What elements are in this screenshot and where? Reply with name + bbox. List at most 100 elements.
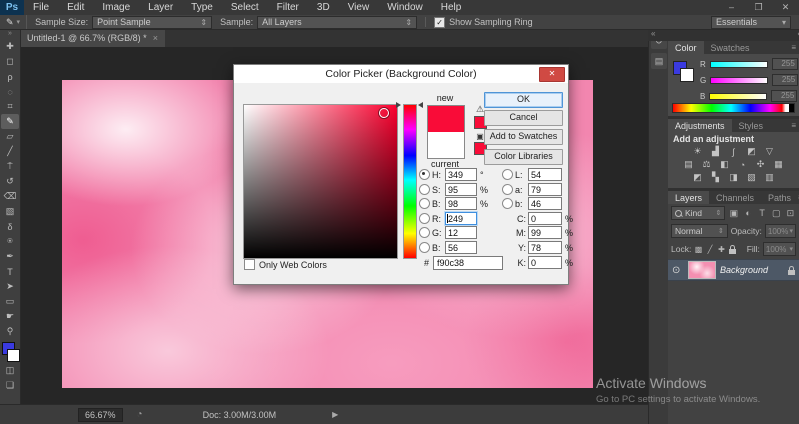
sample-dropdown[interactable]: All Layers ⇕	[257, 15, 418, 29]
lock-position-icon[interactable]: ✚	[717, 245, 725, 254]
gradient-tool[interactable]: ▧	[1, 204, 19, 219]
lock-transparency-icon[interactable]: ▩	[694, 245, 703, 254]
clone-stamp-tool[interactable]: ⍑	[1, 159, 19, 174]
status-flyout-icon[interactable]: ▶	[332, 410, 338, 419]
channel-mixer-icon[interactable]: ✣	[755, 159, 767, 170]
shape-layer-filter-icon[interactable]: ▢	[771, 208, 782, 219]
hue-radio[interactable]	[419, 169, 430, 180]
curves-icon[interactable]: ∫	[728, 147, 740, 157]
color-lookup-icon[interactable]: ▦	[773, 159, 785, 170]
magenta-input[interactable]	[528, 226, 562, 239]
quick-mask-button[interactable]: ◫	[1, 363, 19, 378]
green-slider[interactable]	[710, 76, 769, 84]
selective-color-icon[interactable]: ▥	[764, 172, 776, 183]
document-size-info[interactable]: Doc: 3.00M/3.00M	[203, 410, 277, 420]
menu-layer[interactable]: Layer	[139, 0, 182, 15]
blur-tool[interactable]: δ	[1, 219, 19, 234]
restore-button[interactable]: ❐	[745, 0, 772, 15]
layer-row-background[interactable]: ⊙ Background	[668, 259, 799, 281]
color-libraries-button[interactable]: Color Libraries	[484, 149, 563, 165]
saturation-brightness-field[interactable]	[243, 104, 398, 259]
blend-mode-dropdown[interactable]: Normal ⇕	[671, 224, 728, 238]
blue-input[interactable]	[445, 241, 477, 254]
photo-filter-icon[interactable]: ◔	[737, 160, 749, 170]
background-color-swatch[interactable]	[7, 349, 20, 362]
hue-slider-arrow-left[interactable]	[396, 102, 401, 108]
saturation-radio[interactable]	[419, 184, 430, 195]
tab-channels[interactable]: Channels	[709, 191, 761, 204]
black-input[interactable]	[528, 256, 562, 269]
crop-tool[interactable]: ⌗	[1, 99, 19, 114]
only-web-colors-checkbox[interactable]	[244, 259, 255, 270]
lab-b-input[interactable]	[528, 197, 562, 210]
lab-a-input[interactable]	[528, 183, 562, 196]
type-tool[interactable]: T	[1, 264, 19, 279]
lab-l-input[interactable]	[528, 168, 562, 181]
tool-preset-picker[interactable]: ✎ ▾	[0, 15, 28, 29]
red-radio[interactable]	[419, 213, 430, 224]
show-sampling-ring-checkbox[interactable]: ✓	[434, 16, 446, 28]
brightness-radio[interactable]	[419, 198, 430, 209]
add-to-swatches-button[interactable]: Add to Swatches	[484, 129, 563, 145]
green-value[interactable]: 255	[772, 74, 799, 86]
yellow-input[interactable]	[528, 241, 562, 254]
menu-image[interactable]: Image	[93, 0, 139, 15]
hue-input[interactable]	[445, 168, 477, 181]
marquee-tool[interactable]: ◻	[1, 54, 19, 69]
sample-size-dropdown[interactable]: Point Sample ⇕	[92, 15, 213, 29]
green-radio[interactable]	[419, 227, 430, 238]
panel-menu-icon[interactable]: ≡	[791, 41, 799, 54]
brush-tool[interactable]: ╱	[1, 144, 19, 159]
path-selection-tool[interactable]: ➤	[1, 279, 19, 294]
vibrance-icon[interactable]: ▽	[764, 146, 776, 157]
collapse-dock-icon[interactable]: «	[651, 29, 655, 41]
hex-input[interactable]	[433, 256, 504, 270]
lock-paint-icon[interactable]: ╱	[706, 245, 714, 254]
layer-filter-kind-dropdown[interactable]: Kind ⇕	[671, 206, 726, 220]
posterize-icon[interactable]: ▚	[710, 172, 722, 183]
layer-thumbnail[interactable]	[688, 261, 716, 279]
red-slider[interactable]	[709, 60, 768, 68]
hue-saturation-icon[interactable]: ▤	[683, 159, 695, 170]
menu-type[interactable]: Type	[182, 0, 222, 15]
blue-slider[interactable]	[709, 92, 768, 100]
panel-fgbg-swatches[interactable]	[673, 61, 697, 85]
tab-close-icon[interactable]: ×	[153, 33, 158, 43]
red-value[interactable]: 255	[771, 58, 798, 70]
screen-mode-button[interactable]: ❏	[1, 378, 19, 393]
tab-styles[interactable]: Styles	[732, 119, 771, 132]
tab-color[interactable]: Color	[668, 41, 704, 54]
menu-3d[interactable]: 3D	[308, 0, 339, 15]
gradient-map-icon[interactable]: ▧	[746, 172, 758, 183]
lab-l-radio[interactable]	[502, 169, 513, 180]
workspace-switcher[interactable]: Essentials ▾	[711, 15, 791, 29]
zoom-tool[interactable]: ⚲	[1, 324, 19, 339]
panel-menu-icon[interactable]: ≡	[791, 119, 799, 132]
history-brush-tool[interactable]: ↺	[1, 174, 19, 189]
opacity-dropdown[interactable]: 100% ▾	[764, 224, 796, 238]
lab-b-radio[interactable]	[502, 198, 513, 209]
pen-tool[interactable]: ✒	[1, 249, 19, 264]
hand-tool[interactable]: ☛	[1, 309, 19, 324]
toolbar-collapse-icon[interactable]: »	[8, 29, 12, 39]
eraser-tool[interactable]: ⌫	[1, 189, 19, 204]
move-tool[interactable]: ✚	[1, 39, 19, 54]
menu-view[interactable]: View	[339, 0, 379, 15]
ok-button[interactable]: OK	[484, 92, 563, 108]
tab-adjustments[interactable]: Adjustments	[668, 119, 732, 132]
menu-edit[interactable]: Edit	[58, 0, 93, 15]
color-spectrum-ramp[interactable]	[672, 103, 795, 113]
menu-filter[interactable]: Filter	[268, 0, 308, 15]
blue-radio[interactable]	[419, 242, 430, 253]
healing-brush-tool[interactable]: ▱	[1, 129, 19, 144]
lock-all-icon[interactable]	[728, 244, 736, 254]
pixel-layer-filter-icon[interactable]: ▣	[728, 208, 739, 219]
adjustment-layer-filter-icon[interactable]: ◐	[742, 208, 753, 218]
black-white-icon[interactable]: ◧	[719, 159, 731, 170]
blue-value[interactable]: 255	[771, 90, 798, 102]
type-layer-filter-icon[interactable]: T	[757, 208, 768, 218]
tab-swatches[interactable]: Swatches	[704, 41, 757, 54]
eyedropper-tool[interactable]: ✎	[1, 114, 19, 129]
tab-layers[interactable]: Layers	[668, 191, 710, 204]
menu-help[interactable]: Help	[432, 0, 471, 15]
